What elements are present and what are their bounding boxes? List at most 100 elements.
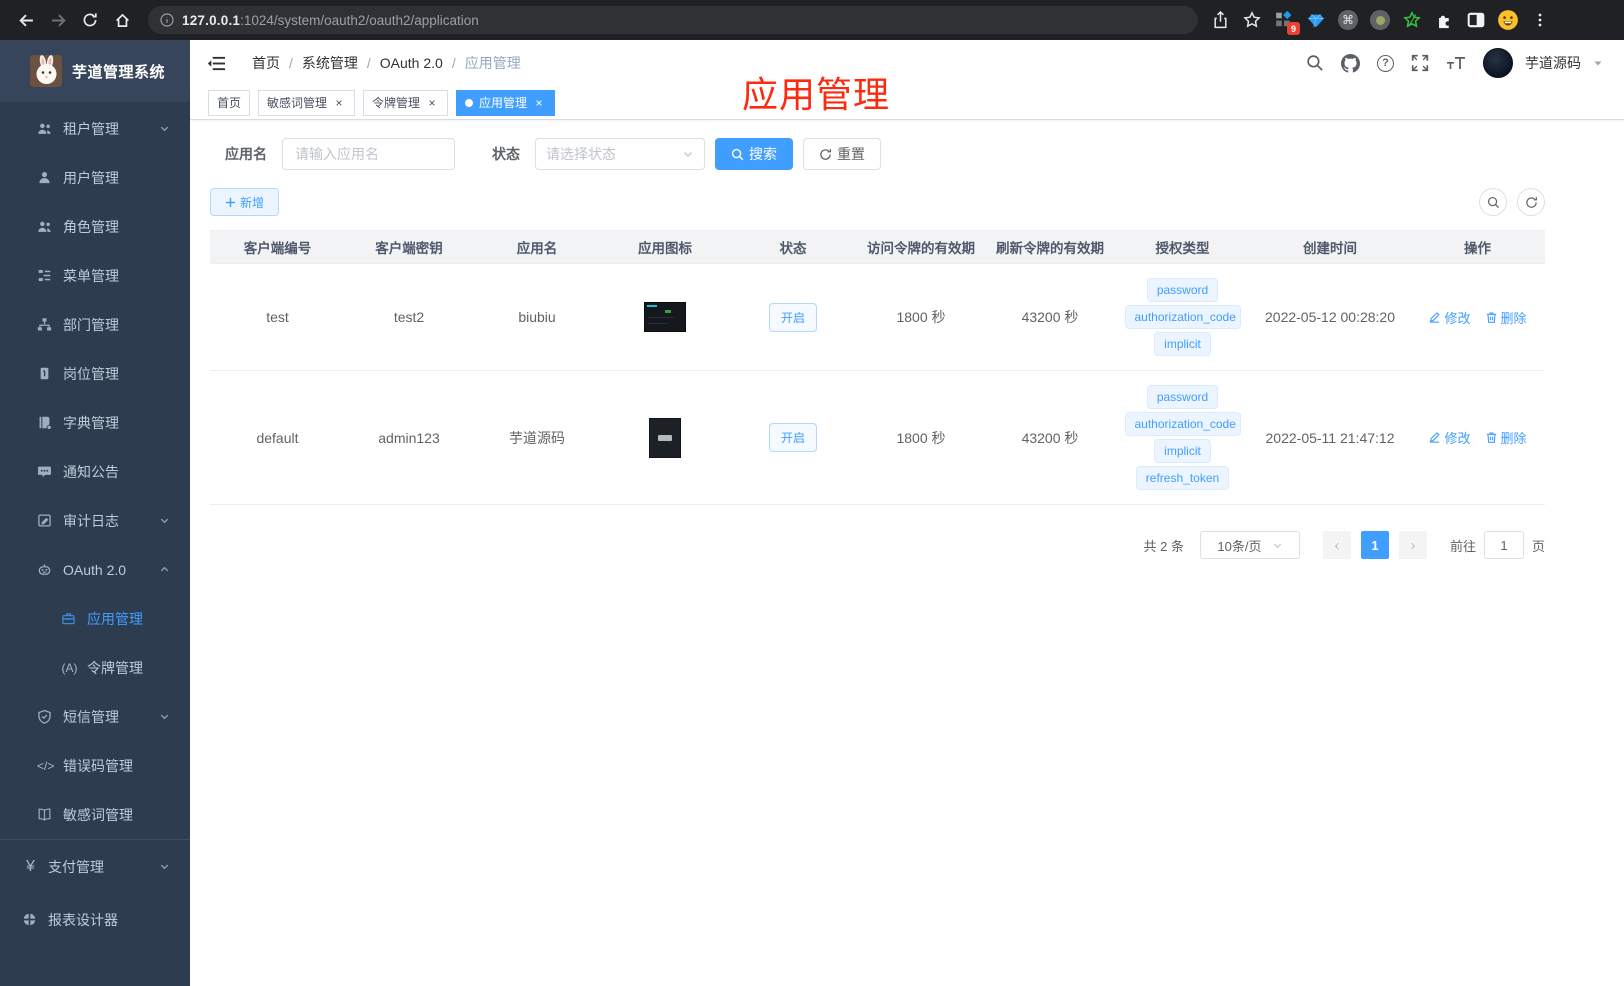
close-tab-icon[interactable]: ×: [532, 96, 546, 110]
browser-toolbar: 127.0.0.1:1024/system/oauth2/oauth2/appl…: [0, 0, 1624, 40]
sidebar-item-audit-log[interactable]: 审计日志: [0, 496, 190, 545]
extension-record-icon[interactable]: [1366, 6, 1394, 34]
fullscreen-icon[interactable]: [1411, 54, 1429, 72]
site-info-icon[interactable]: [160, 13, 174, 27]
extension-gem-icon[interactable]: [1302, 6, 1330, 34]
share-icon[interactable]: [1206, 6, 1234, 34]
browser-reload-icon[interactable]: [75, 5, 105, 35]
tab-home[interactable]: 首页: [208, 89, 251, 116]
grant-type-tag: authorization_code: [1124, 412, 1241, 436]
reset-button[interactable]: 重置: [803, 138, 881, 170]
sidebar-item-report-designer[interactable]: 报表设计器: [0, 893, 190, 946]
profile-emoji-avatar[interactable]: [1494, 6, 1522, 34]
status-enabled-button[interactable]: 开启: [768, 302, 817, 332]
search-icon: [1487, 196, 1499, 208]
url-host: 127.0.0.1: [182, 12, 241, 28]
delete-button[interactable]: 删除: [1485, 308, 1527, 327]
sidebar-item-oauth2-token[interactable]: (A) 令牌管理: [0, 643, 190, 692]
goto-page-input[interactable]: [1483, 531, 1524, 559]
close-tab-icon[interactable]: ×: [425, 96, 439, 110]
cell-app-name: biubiu: [518, 309, 556, 325]
sidebar-collapse-icon[interactable]: [207, 55, 226, 72]
toggle-search-button[interactable]: [1479, 188, 1507, 216]
status-select[interactable]: 请选择状态: [535, 138, 705, 170]
shield-check-icon: [38, 709, 51, 724]
prev-page-button[interactable]: ‹: [1322, 531, 1351, 559]
app-name-input[interactable]: [282, 138, 455, 170]
tab-application-active[interactable]: 应用管理 ×: [456, 89, 556, 116]
extensions-puzzle-icon[interactable]: [1430, 6, 1458, 34]
refresh-icon: [1525, 196, 1537, 208]
app-icon-image: [644, 302, 686, 332]
sidebar-item-sensitive-word[interactable]: 敏感词管理: [0, 790, 190, 839]
user-menu-caret-icon[interactable]: [1592, 57, 1604, 69]
sidebar-item-dict[interactable]: 字典管理: [0, 398, 190, 447]
cell-access-ttl: 1800 秒: [896, 429, 946, 446]
search-button[interactable]: 搜索: [715, 138, 793, 170]
open-book-icon: [38, 808, 51, 821]
current-page-button[interactable]: 1: [1360, 531, 1389, 559]
browser-back-icon[interactable]: [11, 5, 41, 35]
edit-button[interactable]: 修改: [1428, 428, 1471, 447]
address-bar[interactable]: 127.0.0.1:1024/system/oauth2/oauth2/appl…: [148, 6, 1198, 34]
bookmark-star-icon[interactable]: [1238, 6, 1266, 34]
tree-list-icon: [38, 269, 51, 282]
briefcase-icon: [62, 613, 75, 625]
user-avatar[interactable]: [1483, 48, 1513, 78]
cell-client-id: test: [266, 309, 289, 325]
sidebar-item-error-code[interactable]: </> 错误码管理: [0, 741, 190, 790]
delete-button[interactable]: 删除: [1485, 428, 1527, 447]
sidebar-item-oauth2[interactable]: OAuth 2.0: [0, 545, 190, 594]
refresh-icon: [820, 148, 831, 160]
edit-log-icon: [38, 514, 51, 527]
help-icon[interactable]: ?: [1377, 54, 1394, 72]
breadcrumb-system[interactable]: 系统管理: [302, 53, 358, 73]
sidebar-item-post[interactable]: 岗位管理: [0, 349, 190, 398]
extension-command-icon[interactable]: ⌘: [1334, 6, 1362, 34]
breadcrumb-home[interactable]: 首页: [252, 53, 280, 73]
browser-forward-icon[interactable]: [43, 5, 73, 35]
browser-menu-icon[interactable]: [1526, 6, 1554, 34]
tab-token[interactable]: 令牌管理 ×: [363, 89, 449, 116]
split-view-icon[interactable]: [1462, 6, 1490, 34]
next-page-button[interactable]: ›: [1398, 531, 1427, 559]
app-logo[interactable]: 芋道管理系统: [0, 40, 190, 102]
status-enabled-button[interactable]: 开启: [768, 423, 817, 452]
cell-refresh-ttl: 43200 秒: [1021, 309, 1079, 325]
plus-icon: [225, 197, 236, 207]
cell-client-secret: admin123: [378, 429, 440, 446]
browser-home-icon[interactable]: [107, 5, 137, 35]
sidebar-item-sms[interactable]: 短信管理: [0, 692, 190, 741]
sidebar-item-tenant[interactable]: 租户管理: [0, 104, 190, 153]
total-count: 共 2 条: [1143, 538, 1184, 554]
sidebar-item-dept[interactable]: 部门管理: [0, 300, 190, 349]
sidebar-item-menu[interactable]: 菜单管理: [0, 251, 190, 300]
tab-sensitive-word[interactable]: 敏感词管理 ×: [258, 89, 356, 116]
applications-table: 客户端编号 客户端密钥 应用名 应用图标 状态 访问令牌的有效期 刷新令牌的有效…: [210, 230, 1545, 505]
username[interactable]: 芋道源码: [1525, 53, 1581, 73]
header-search-icon[interactable]: [1306, 54, 1324, 72]
cell-client-id: default: [256, 429, 299, 446]
edit-button[interactable]: 修改: [1428, 308, 1471, 327]
pencil-icon: [1430, 432, 1441, 443]
sidebar-item-role[interactable]: 角色管理: [0, 202, 190, 251]
refresh-table-button[interactable]: [1517, 188, 1545, 216]
add-button[interactable]: 新增: [210, 188, 280, 216]
goto-label: 前往: [1449, 538, 1476, 554]
font-size-icon[interactable]: [1446, 55, 1466, 71]
sidebar-item-user[interactable]: 用户管理: [0, 153, 190, 202]
extension-tabs-badge-icon[interactable]: 9: [1270, 6, 1300, 35]
message-icon: [38, 466, 51, 478]
sidebar-item-payment[interactable]: ¥ 支付管理: [0, 840, 190, 893]
sidebar-item-notice[interactable]: 通知公告: [0, 447, 190, 496]
chevron-up-icon: [160, 566, 169, 572]
sidebar-item-oauth2-application[interactable]: 应用管理: [0, 594, 190, 643]
extension-star-icon[interactable]: [1398, 6, 1426, 34]
github-icon[interactable]: [1341, 53, 1360, 73]
breadcrumb-current: 应用管理: [464, 55, 521, 71]
app-icon-image: [649, 417, 681, 458]
close-tab-icon[interactable]: ×: [332, 96, 346, 110]
app-title: 芋道管理系统: [72, 63, 166, 81]
breadcrumb-oauth2[interactable]: OAuth 2.0: [380, 55, 443, 71]
page-size-select[interactable]: 10条/页: [1199, 531, 1300, 559]
